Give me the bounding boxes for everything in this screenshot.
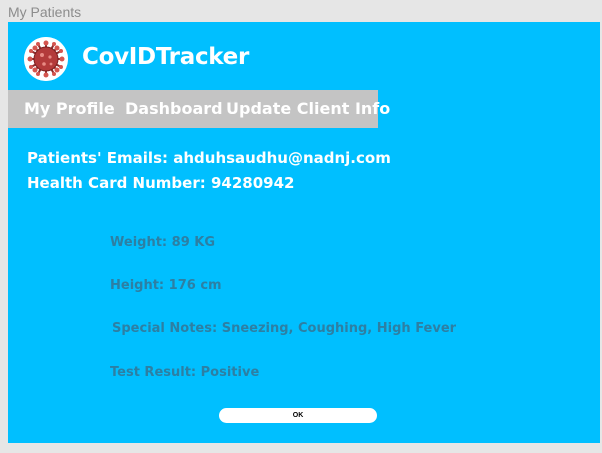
ok-button[interactable]: OK [219, 408, 377, 423]
header: CovIDTracker [8, 22, 600, 90]
patient-emails: Patients' Emails: ahduhsaudhu@nadnj.com [27, 149, 391, 167]
health-card-value: 94280942 [210, 174, 295, 192]
patient-weight: Weight: 89 KG [110, 235, 216, 250]
app-container: CovIDTracker My Profile Dashboard Update… [8, 22, 600, 443]
patient-test-result: Test Result: Positive [110, 365, 260, 380]
nav-my-profile[interactable]: My Profile [24, 99, 115, 118]
nav-update-client-info[interactable]: Update Client Info [226, 99, 390, 118]
virus-icon [24, 37, 68, 81]
patient-emails-label: Patients' Emails: [27, 149, 168, 167]
window-title: My Patients [8, 4, 82, 20]
app-title: CovIDTracker [82, 44, 250, 70]
health-card-label: Health Card Number: [27, 174, 206, 192]
patient-height: Height: 176 cm [110, 278, 222, 293]
patient-special-notes: Special Notes: Sneezing, Coughing, High … [112, 321, 457, 336]
health-card-number: Health Card Number: 94280942 [27, 174, 294, 192]
nav-bar: My Profile Dashboard Update Client Info [8, 90, 390, 128]
nav-dashboard[interactable]: Dashboard [125, 99, 223, 118]
patient-emails-value: ahduhsaudhu@nadnj.com [173, 149, 391, 167]
